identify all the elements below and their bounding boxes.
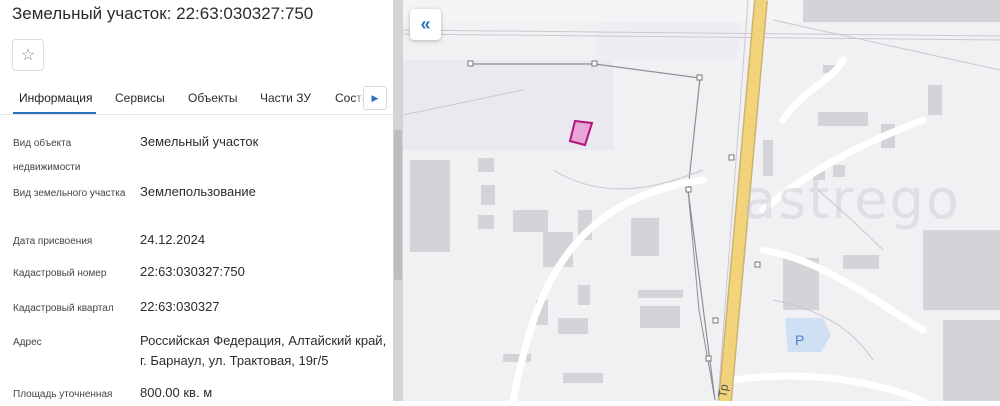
field-value: Землепользование	[140, 184, 256, 199]
field-label: Адрес	[13, 337, 42, 348]
tab-services[interactable]: Сервисы	[115, 91, 165, 105]
double-chevron-left-icon: «	[420, 14, 431, 34]
parking-area	[785, 318, 831, 352]
page-title: Земельный участок: 22:63:030327:750	[12, 4, 314, 23]
field-value: 22:63:030327:750	[140, 264, 245, 279]
cadastral-map[interactable]: P Тр astrego	[402, 0, 1000, 405]
favorite-button[interactable]: ☆	[12, 39, 44, 71]
chevron-right-icon: ▶	[371, 92, 379, 103]
tabs-next-button[interactable]: ▶	[363, 86, 387, 110]
field-label: Вид земельного участка	[13, 188, 126, 199]
tab-objects[interactable]: Объекты	[188, 91, 238, 105]
panel-scrollbar-thumb[interactable]	[394, 130, 402, 280]
tab-bar: Информация Сервисы Объекты Части ЗУ Сост…	[0, 84, 393, 115]
info-panel: Земельный участок: 22:63:030327:750 ☆ Ин…	[0, 0, 393, 401]
field-value: Российская Федерация, Алтайский край, г.…	[140, 333, 387, 368]
star-outline-icon: ☆	[20, 47, 36, 64]
tab-information[interactable]: Информация	[19, 91, 92, 105]
active-tab-indicator	[13, 112, 96, 114]
collapse-panel-button[interactable]: «	[410, 9, 441, 40]
tabs-scroll-area: Информация Сервисы Объекты Части ЗУ Сост…	[0, 84, 363, 114]
field-value: 22:63:030327	[140, 299, 220, 314]
watermark-text: astrego	[743, 168, 961, 231]
field-label: Кадастровый квартал	[13, 303, 114, 314]
field-label: Кадастровый номер	[13, 268, 107, 279]
field-value: 24.12.2024	[140, 232, 206, 247]
field-label: Вид объекта недвижимости	[13, 138, 81, 173]
road-label: Тр	[715, 383, 731, 399]
field-value: 800.00 кв. м	[140, 385, 213, 400]
field-value: Земельный участок	[140, 134, 259, 149]
field-label: Дата присвоения	[13, 236, 93, 247]
parking-label: P	[795, 332, 804, 348]
tab-parts[interactable]: Части ЗУ	[260, 91, 311, 105]
tab-composition[interactable]: Соста	[335, 91, 363, 105]
field-label: Площадь уточненная	[13, 389, 113, 400]
